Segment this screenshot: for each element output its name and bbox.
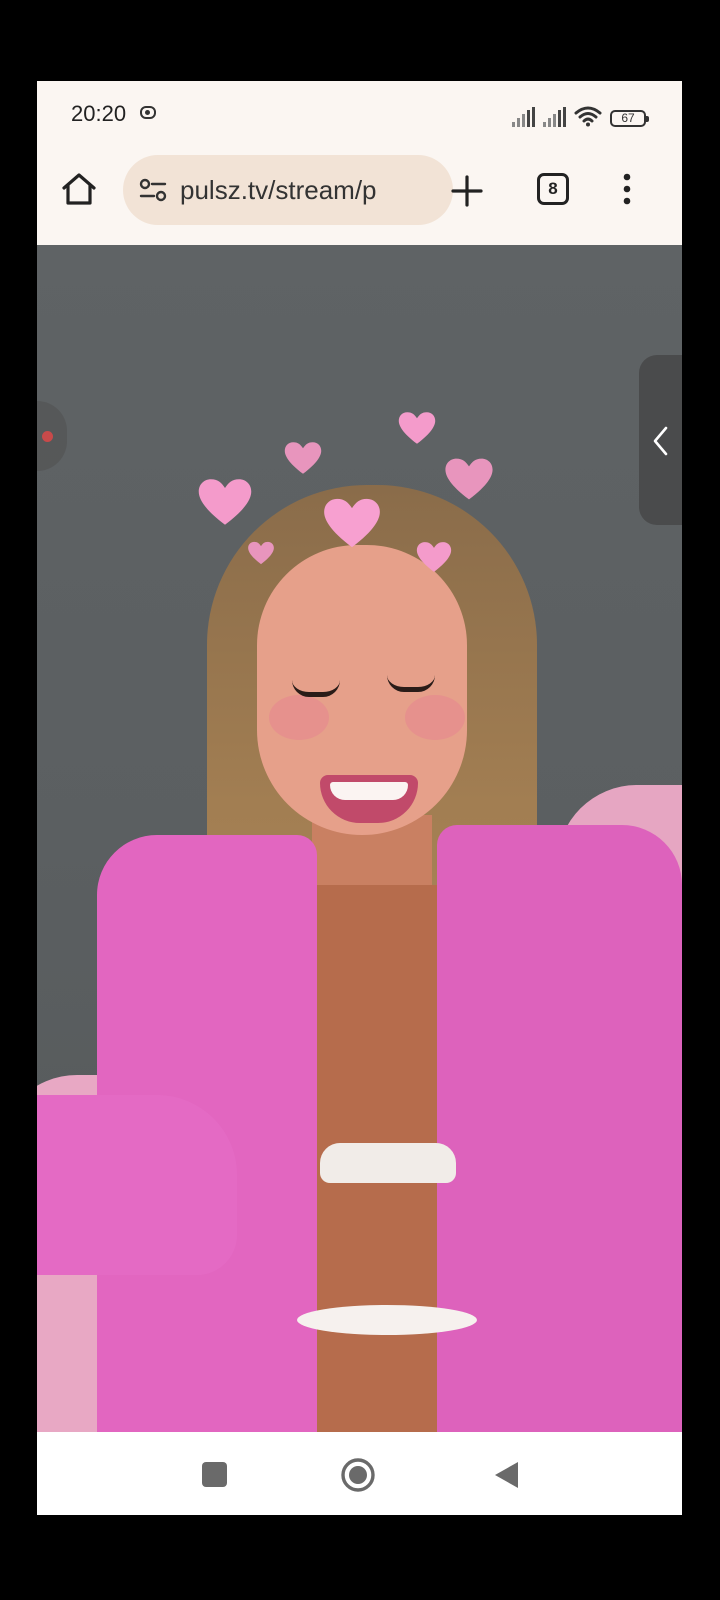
circle-icon[interactable] xyxy=(340,1457,376,1493)
square-icon[interactable] xyxy=(202,1462,227,1487)
pink-jacket-right xyxy=(437,825,682,1432)
video-stream[interactable] xyxy=(37,245,682,1432)
heart-icon xyxy=(416,542,452,572)
heart-icon xyxy=(324,498,380,548)
heart-icon xyxy=(284,442,322,474)
pink-jacket-sleeve xyxy=(37,1095,237,1275)
url-bar[interactable]: pulsz.tv/stream/p xyxy=(123,155,453,225)
url-text[interactable]: pulsz.tv/stream/p xyxy=(180,175,377,206)
triangle-back-icon[interactable] xyxy=(492,1460,520,1490)
side-panel-toggle[interactable] xyxy=(639,355,682,525)
signal-icon xyxy=(512,107,535,127)
heart-icon xyxy=(398,412,436,444)
heart-icon xyxy=(248,541,274,565)
tune-icon[interactable] xyxy=(139,178,167,202)
signal-icon-2 xyxy=(543,107,566,127)
phone-screen: 20:20 67 pulsz.tv/stream/p 8 xyxy=(37,81,682,1515)
tab-switcher-button[interactable]: 8 xyxy=(537,173,569,205)
status-bar: 20:20 67 xyxy=(37,81,682,149)
battery-icon: 67 xyxy=(610,110,649,127)
heart-icon xyxy=(445,458,493,500)
chevron-left-icon xyxy=(653,426,668,456)
system-nav-bar xyxy=(37,1432,682,1515)
plus-icon[interactable] xyxy=(447,171,487,211)
teeth xyxy=(330,782,408,800)
home-icon[interactable] xyxy=(59,169,99,209)
more-vert-icon[interactable] xyxy=(612,169,642,209)
cheek-blush xyxy=(405,695,465,740)
wifi-icon xyxy=(574,106,602,127)
browser-toolbar: pulsz.tv/stream/p 8 xyxy=(37,149,682,241)
status-icons: 67 xyxy=(512,103,649,127)
white-garter xyxy=(297,1305,477,1335)
status-time: 20:20 xyxy=(71,101,127,126)
screen-record-icon xyxy=(140,106,156,119)
heart-icon xyxy=(198,479,252,525)
cheek-blush xyxy=(269,695,329,740)
white-lace-top xyxy=(320,1143,456,1183)
